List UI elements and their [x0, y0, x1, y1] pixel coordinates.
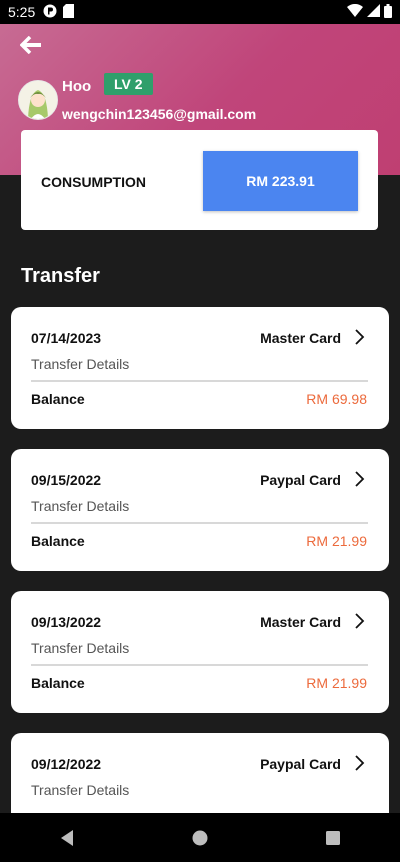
chevron-right-icon[interactable]: [353, 329, 365, 345]
transfer-method: Paypal Card: [260, 472, 341, 488]
transfer-details: Transfer Details: [31, 782, 130, 798]
back-arrow-icon[interactable]: [19, 35, 44, 55]
nav-recents-button[interactable]: [303, 818, 363, 858]
sd-card-icon: [63, 3, 75, 21]
transfer-details: Transfer Details: [31, 640, 130, 656]
balance-value: RM 21.99: [306, 675, 367, 691]
balance-label: Balance: [31, 391, 85, 407]
app-notification-icon: [43, 4, 57, 21]
chevron-right-icon[interactable]: [353, 755, 365, 771]
transfer-details: Transfer Details: [31, 356, 130, 372]
nav-home-button[interactable]: [170, 818, 230, 858]
status-time: 5:25: [8, 4, 36, 20]
consumption-card: CONSUMPTION RM 223.91: [21, 130, 378, 230]
chevron-right-icon[interactable]: [353, 471, 365, 487]
transfer-date: 09/15/2022: [31, 472, 102, 488]
transfer-card[interactable]: 09/15/2022 Paypal Card Transfer Details …: [11, 449, 389, 571]
wifi-icon: [347, 3, 363, 20]
user-email: wengchin123456@gmail.com: [62, 106, 257, 122]
transfer-method: Master Card: [260, 330, 341, 346]
status-bar: 5:25: [0, 0, 400, 24]
transfer-date: 07/14/2023: [31, 330, 102, 346]
transfer-date: 09/12/2022: [31, 756, 102, 772]
transfer-details: Transfer Details: [31, 498, 130, 514]
transfer-method: Paypal Card: [260, 756, 341, 772]
battery-icon: [384, 3, 392, 21]
chevron-right-icon[interactable]: [353, 613, 365, 629]
nav-back-button[interactable]: [37, 818, 97, 858]
balance-label: Balance: [31, 675, 85, 691]
divider: [31, 522, 368, 524]
divider: [31, 664, 368, 666]
consumption-label: CONSUMPTION: [41, 174, 146, 190]
transfer-date: 09/13/2022: [31, 614, 102, 630]
transfer-method: Master Card: [260, 614, 341, 630]
avatar[interactable]: [18, 80, 58, 120]
transfer-card[interactable]: 09/13/2022 Master Card Transfer Details …: [11, 591, 389, 713]
circle-home-icon: [192, 830, 208, 845]
status-indicators: [347, 3, 392, 21]
triangle-back-icon: [60, 829, 73, 846]
balance-label: Balance: [31, 533, 85, 549]
balance-value: RM 69.98: [306, 391, 367, 407]
balance-value: RM 21.99: [306, 533, 367, 549]
system-nav-bar: [0, 813, 400, 862]
signal-icon: [367, 4, 380, 20]
divider: [31, 380, 368, 382]
consumption-amount-button[interactable]: RM 223.91: [203, 151, 358, 211]
level-badge: LV 2: [104, 73, 153, 95]
square-recents-icon: [326, 830, 341, 845]
transfer-card[interactable]: 07/14/2023 Master Card Transfer Details …: [11, 307, 389, 429]
user-name: Hoo: [62, 78, 92, 95]
section-title: Transfer: [21, 265, 100, 287]
